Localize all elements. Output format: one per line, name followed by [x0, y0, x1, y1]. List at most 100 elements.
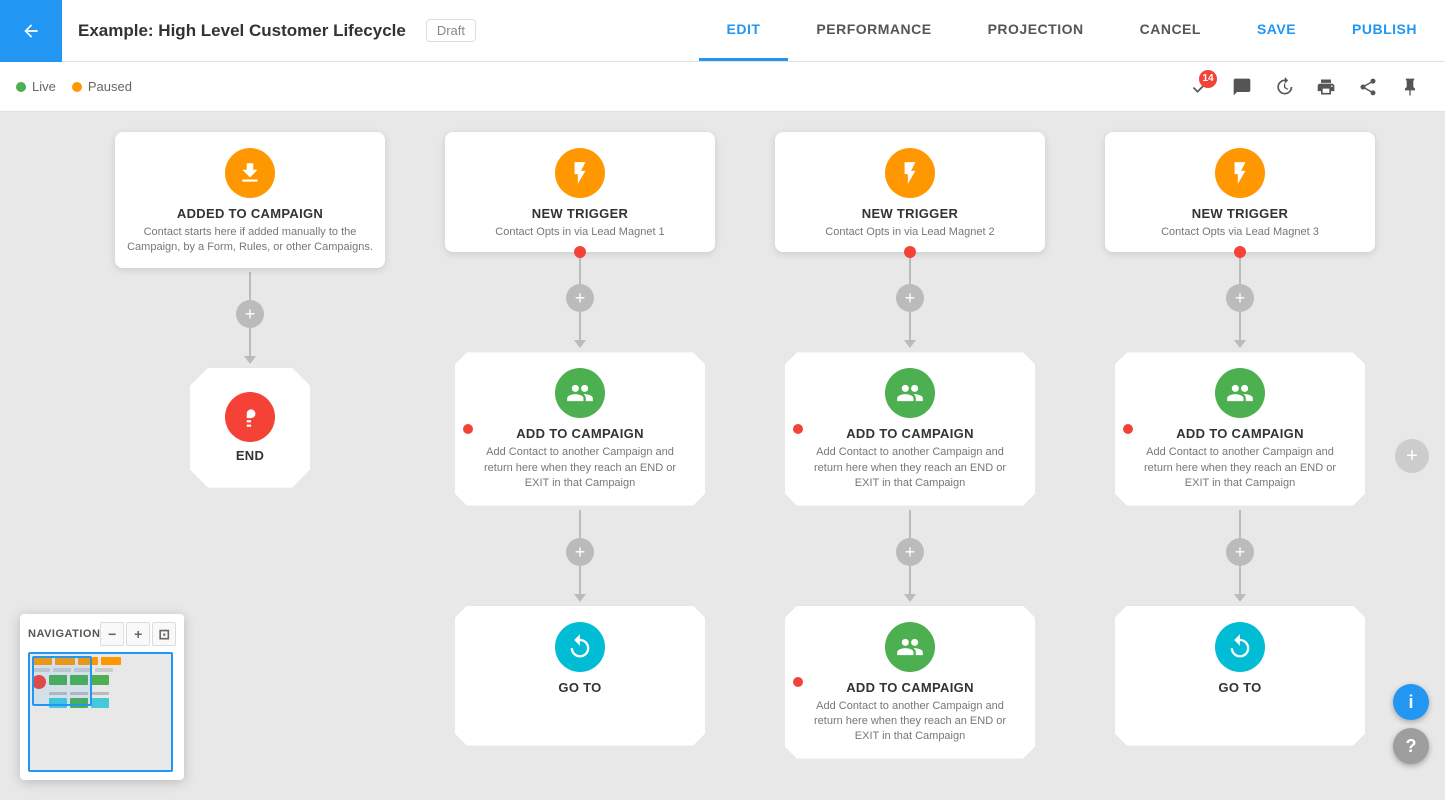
action-dot-3b	[793, 677, 803, 687]
back-button[interactable]	[0, 0, 62, 62]
status-area: Live Paused	[16, 79, 132, 94]
tasks-button[interactable]: 14	[1181, 68, 1219, 106]
action-dot-3a	[793, 424, 803, 434]
line	[579, 312, 581, 340]
end-card-1[interactable]: END	[190, 368, 310, 488]
share-button[interactable]	[1349, 68, 1387, 106]
trigger-dot-3	[904, 246, 916, 258]
pin-button[interactable]	[1391, 68, 1429, 106]
action-card-3a[interactable]: ADD TO CAMPAIGN Add Contact to another C…	[785, 352, 1035, 505]
print-button[interactable]	[1307, 68, 1345, 106]
connector-4b: +	[1226, 510, 1254, 602]
action-title-3b: ADD TO CAMPAIGN	[846, 680, 974, 695]
add-step-btn-3b[interactable]: +	[896, 538, 924, 566]
action-desc-3a: Add Contact to another Campaign and retu…	[801, 445, 1019, 491]
trigger-title-1: ADDED TO CAMPAIGN	[177, 206, 323, 221]
paused-status: Paused	[72, 79, 132, 94]
add-campaign-icon-4a	[1215, 368, 1265, 418]
goto-icon-4b	[1215, 622, 1265, 672]
action-card-4b[interactable]: GO TO	[1115, 606, 1365, 746]
action-card-3b[interactable]: ADD TO CAMPAIGN Add Contact to another C…	[785, 606, 1035, 759]
line	[579, 510, 581, 538]
info-button[interactable]: i	[1393, 684, 1429, 720]
action-title-2a: ADD TO CAMPAIGN	[516, 426, 644, 441]
nav-panel-header: NAVIGATION − + ⊡	[28, 622, 176, 646]
action-card-2b[interactable]: GO TO	[455, 606, 705, 746]
action-desc-3b: Add Contact to another Campaign and retu…	[801, 699, 1019, 745]
line	[579, 256, 581, 284]
zoom-in-button[interactable]: +	[126, 622, 150, 646]
add-campaign-icon-3a	[885, 368, 935, 418]
top-nav: Example: High Level Customer Lifecycle D…	[0, 0, 1445, 62]
trigger-card-1[interactable]: ADDED TO CAMPAIGN Contact starts here if…	[115, 132, 385, 268]
action-desc-2a: Add Contact to another Campaign and retu…	[471, 445, 689, 491]
publish-button[interactable]: PUBLISH	[1324, 0, 1445, 61]
add-step-btn-4a[interactable]: +	[1226, 284, 1254, 312]
line	[909, 312, 911, 340]
add-step-btn-2b[interactable]: +	[566, 538, 594, 566]
action-desc-4a: Add Contact to another Campaign and retu…	[1131, 445, 1349, 491]
trigger-card-3[interactable]: NEW TRIGGER Contact Opts in via Lead Mag…	[775, 132, 1045, 252]
add-column-button[interactable]: +	[1395, 439, 1429, 473]
navigation-panel: NAVIGATION − + ⊡	[20, 614, 184, 780]
connector-2b: +	[566, 510, 594, 602]
line	[909, 256, 911, 284]
nav-tabs: EDIT PERFORMANCE PROJECTION CANCEL SAVE …	[699, 0, 1445, 61]
history-button[interactable]	[1265, 68, 1303, 106]
goto-icon-2b	[555, 622, 605, 672]
live-label: Live	[32, 79, 56, 94]
end-icon	[225, 392, 275, 442]
badge-count: 14	[1199, 70, 1217, 88]
trigger-desc-3: Contact Opts in via Lead Magnet 2	[825, 225, 994, 240]
save-button[interactable]: SAVE	[1229, 0, 1324, 61]
tab-performance[interactable]: PERFORMANCE	[788, 0, 959, 61]
messages-button[interactable]	[1223, 68, 1261, 106]
arrow	[1234, 594, 1246, 602]
toolbar-icons: 14	[1181, 68, 1429, 106]
trigger-card-4[interactable]: NEW TRIGGER Contact Opts via Lead Magnet…	[1105, 132, 1375, 252]
add-step-btn-1a[interactable]: +	[236, 300, 264, 328]
arrow	[904, 340, 916, 348]
cancel-button[interactable]: CANCEL	[1112, 0, 1229, 61]
trigger-lightning-icon-3	[885, 148, 935, 198]
action-card-4a[interactable]: ADD TO CAMPAIGN Add Contact to another C…	[1115, 352, 1365, 505]
help-button[interactable]: ?	[1393, 728, 1429, 764]
minimap-viewport[interactable]	[32, 656, 92, 706]
tab-edit[interactable]: EDIT	[699, 0, 789, 61]
end-label: END	[236, 448, 264, 463]
add-campaign-icon-3b	[885, 622, 935, 672]
nav-panel-controls: − + ⊡	[100, 622, 176, 646]
add-step-btn-2a[interactable]: +	[566, 284, 594, 312]
trigger-dot-2	[574, 246, 586, 258]
action-title-4a: ADD TO CAMPAIGN	[1176, 426, 1304, 441]
paused-dot	[72, 82, 82, 92]
line	[1239, 312, 1241, 340]
fit-button[interactable]: ⊡	[152, 622, 176, 646]
trigger-card-2[interactable]: NEW TRIGGER Contact Opts in via Lead Mag…	[445, 132, 715, 252]
live-status: Live	[16, 79, 56, 94]
tab-projection[interactable]: PROJECTION	[960, 0, 1112, 61]
action-card-2a[interactable]: ADD TO CAMPAIGN Add Contact to another C…	[455, 352, 705, 505]
line	[909, 566, 911, 594]
workflow-title: Example: High Level Customer Lifecycle	[62, 21, 422, 41]
trigger-desc-1: Contact starts here if added manually to…	[127, 225, 373, 256]
connector-3b: +	[896, 510, 924, 602]
action-dot-4a	[1123, 424, 1133, 434]
add-step-btn-3a[interactable]: +	[896, 284, 924, 312]
trigger-title-3: NEW TRIGGER	[862, 206, 958, 221]
line	[249, 272, 251, 300]
line	[579, 566, 581, 594]
arrow	[574, 594, 586, 602]
toolbar-row: Live Paused 14	[0, 62, 1445, 112]
arrow	[574, 340, 586, 348]
arrow	[244, 356, 256, 364]
line	[1239, 566, 1241, 594]
connector-3a: +	[896, 256, 924, 348]
zoom-out-button[interactable]: −	[100, 622, 124, 646]
action-dot-2a	[463, 424, 473, 434]
connector-1a: +	[236, 272, 264, 364]
action-title-3a: ADD TO CAMPAIGN	[846, 426, 974, 441]
add-step-btn-4b[interactable]: +	[1226, 538, 1254, 566]
trigger-title-2: NEW TRIGGER	[532, 206, 628, 221]
line	[1239, 256, 1241, 284]
